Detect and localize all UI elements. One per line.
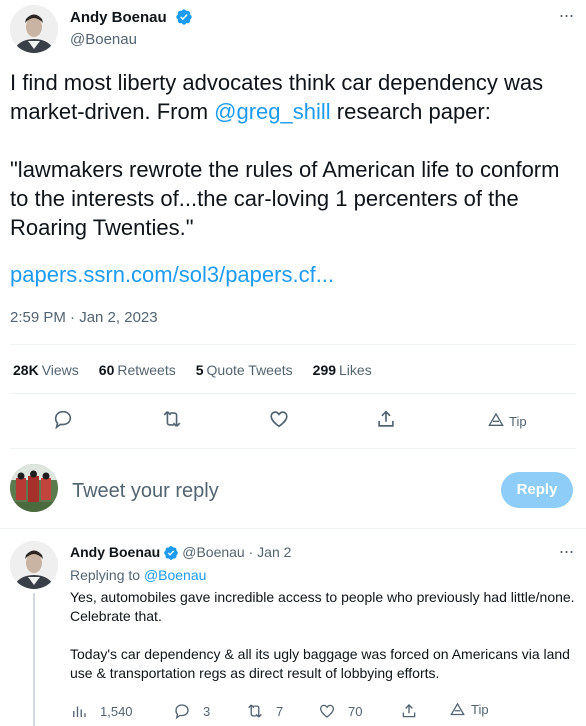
reply-retweets-action[interactable]: 7	[246, 702, 283, 720]
reply-tip-label: Tip	[471, 702, 489, 717]
retweets-count: 60	[98, 362, 115, 378]
current-user-avatar[interactable]	[10, 464, 58, 512]
author-block: Andy Boenau @Boenau	[70, 8, 193, 48]
separator-dot: ·	[248, 544, 254, 560]
share-icon	[402, 704, 416, 718]
views-label: Views	[41, 362, 79, 378]
replying-to: Replying to @Boenau	[70, 567, 206, 583]
likes-count: 299	[312, 362, 337, 378]
divider	[10, 448, 576, 449]
tip-icon	[450, 702, 465, 716]
reply-tip-action[interactable]: Tip	[450, 702, 489, 717]
retweets-stat[interactable]: 60 Retweets	[99, 362, 176, 378]
reply-tweet[interactable]: Andy Boenau @Boenau · Jan 2 ··· Replying …	[0, 536, 586, 726]
tweet-timestamp[interactable]: 2:59 PM · Jan 2, 2023	[10, 309, 158, 326]
like-icon	[319, 704, 335, 718]
author-name[interactable]: Andy Boenau	[70, 9, 167, 26]
reply-retweets-count: 7	[276, 703, 284, 719]
tweet-actions: Tip	[0, 404, 586, 438]
verified-badge-icon	[164, 546, 179, 561]
share-icon[interactable]	[375, 408, 397, 430]
reply-text: Yes, automobiles gave incredible access …	[70, 588, 580, 702]
divider	[10, 344, 576, 345]
replying-to-link[interactable]: @Boenau	[144, 567, 206, 583]
tweet-paragraph-1: I find most liberty advocates think car …	[10, 68, 580, 126]
reply-replies-count: 3	[203, 703, 211, 719]
more-options-icon[interactable]: ···	[556, 542, 576, 566]
tip-icon[interactable]	[488, 412, 504, 428]
views-count: 28K	[13, 362, 39, 378]
reply-paragraph-2: Today's car dependency & all its ugly ba…	[70, 646, 570, 681]
paper-link[interactable]: papers.ssrn.com/sol3/papers.cf...	[10, 262, 334, 288]
reply-input[interactable]: Tweet your reply	[72, 480, 219, 503]
quote-tweets-label: Quote Tweets	[206, 362, 293, 378]
views-icon	[73, 706, 86, 717]
views-stat: 28K Views	[13, 362, 79, 378]
verified-badge-icon	[176, 9, 192, 25]
reply-author-avatar[interactable]	[10, 541, 58, 589]
reply-button[interactable]: Reply	[501, 472, 573, 508]
quote-tweets-count: 5	[195, 362, 204, 378]
divider	[10, 393, 576, 394]
reply-date[interactable]: Jan 2	[257, 544, 291, 560]
reply-icon[interactable]	[52, 408, 74, 430]
reply-views-action[interactable]: 1,540	[70, 702, 133, 720]
tweet-text-part: research paper:	[330, 99, 491, 124]
reply-replies-action[interactable]: 3	[173, 702, 210, 720]
author-avatar[interactable]	[10, 5, 58, 53]
reply-icon	[175, 704, 189, 720]
tip-label[interactable]: Tip	[509, 414, 527, 429]
likes-label: Likes	[339, 362, 372, 378]
retweets-label: Retweets	[117, 362, 176, 378]
retweet-icon[interactable]	[161, 408, 183, 430]
reply-author-handle[interactable]: @Boenau	[182, 544, 244, 560]
main-tweet: Andy Boenau @Boenau ··· I find most libe…	[0, 0, 586, 450]
divider	[0, 528, 586, 529]
mention-link[interactable]: @greg_shill	[214, 99, 331, 124]
reply-views-count: 1,540	[100, 703, 133, 719]
reply-likes-action[interactable]: 70	[318, 702, 362, 720]
more-options-icon[interactable]: ···	[556, 6, 576, 30]
author-handle[interactable]: @Boenau	[70, 31, 193, 48]
reply-composer: Tweet your reply Reply	[0, 458, 586, 528]
reply-share-action[interactable]	[400, 702, 430, 720]
reply-author-name[interactable]: Andy Boenau	[70, 544, 160, 560]
like-icon[interactable]	[268, 408, 290, 430]
reply-header: Andy Boenau @Boenau · Jan 2	[70, 544, 291, 561]
replying-label: Replying to	[70, 567, 141, 583]
quote-tweets-stat[interactable]: 5 Quote Tweets	[196, 362, 293, 378]
reply-paragraph-1: Yes, automobiles gave incredible access …	[70, 589, 575, 624]
tweet-text: I find most liberty advocates think car …	[10, 68, 580, 242]
reply-likes-count: 70	[348, 703, 363, 719]
tweet-stats: 28K Views 60 Retweets 5 Quote Tweets 299 Lik…	[13, 362, 392, 378]
likes-stat[interactable]: 299 Likes	[313, 362, 372, 378]
tweet-quote: "lawmakers rewrote the rules of American…	[10, 157, 560, 240]
thread-line	[33, 593, 35, 726]
reply-actions: 1,540 3 7 70 Tip	[70, 700, 580, 724]
retweet-icon	[248, 704, 262, 718]
